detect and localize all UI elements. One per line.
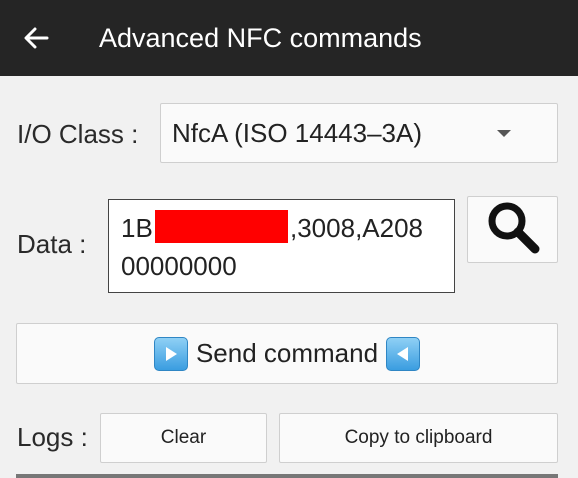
redaction-box xyxy=(155,210,288,243)
data-line-1-suffix: ,3008,A208 xyxy=(290,213,424,243)
io-class-selected-value: NfcA (ISO 14443–3A) xyxy=(172,118,423,148)
app-bar: Advanced NFC commands xyxy=(0,0,578,76)
play-right-icon xyxy=(153,336,188,371)
dropdown-caret-icon xyxy=(497,130,511,137)
copy-to-clipboard-button[interactable]: Copy to clipboard xyxy=(279,413,558,463)
io-class-label: I/O Class : xyxy=(17,119,139,149)
back-arrow-icon[interactable] xyxy=(18,20,54,56)
send-command-label: Send command xyxy=(195,338,379,368)
clear-button[interactable]: Clear xyxy=(100,413,267,463)
data-label: Data : xyxy=(17,229,87,259)
data-line-1-prefix: 1B xyxy=(121,213,153,243)
log-area xyxy=(16,474,558,478)
data-line-2: 00000000 xyxy=(121,251,237,281)
play-left-icon xyxy=(386,336,421,371)
io-class-select[interactable]: NfcA (ISO 14443–3A) xyxy=(160,103,558,163)
page-title: Advanced NFC commands xyxy=(99,23,422,53)
logs-label: Logs : xyxy=(17,422,88,452)
send-command-button[interactable]: Send command xyxy=(16,323,558,384)
search-button[interactable] xyxy=(467,196,558,263)
search-icon xyxy=(484,198,542,261)
